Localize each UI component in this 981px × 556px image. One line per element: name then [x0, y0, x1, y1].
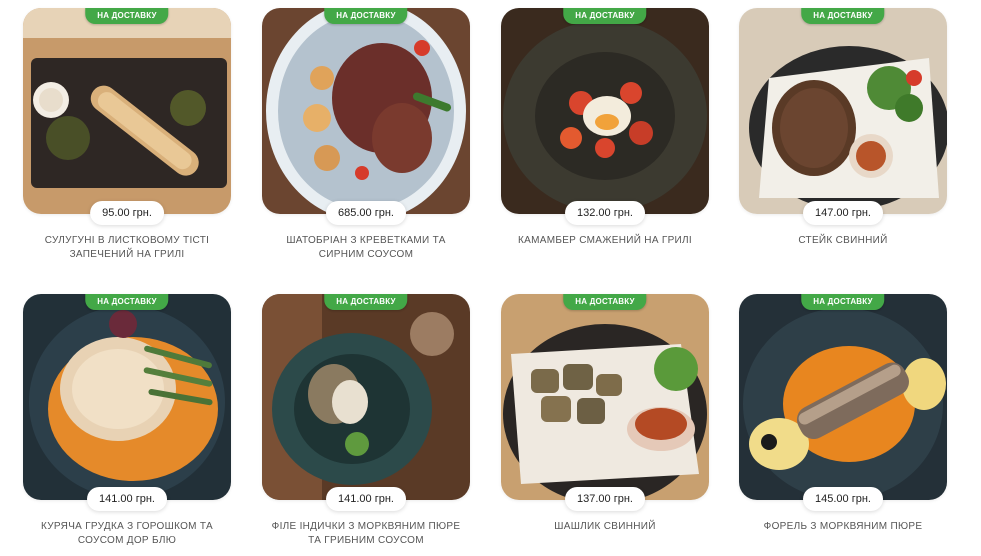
product-card[interactable]: НА ДОСТАВКУ 137.00 грн. ШАШЛИК СВИННИЙ: [501, 294, 709, 534]
delivery-badge: НА ДОСТАВКУ: [85, 294, 169, 310]
delivery-badge: НА ДОСТАВКУ: [324, 8, 408, 24]
suluguni-image: [23, 8, 231, 214]
trout-image: [739, 294, 947, 500]
price-tag: 145.00 грн.: [803, 487, 883, 511]
product-title[interactable]: ШАШЛИК СВИННИЙ: [501, 520, 709, 534]
pork-steak-image: [739, 8, 947, 214]
delivery-badge: НА ДОСТАВКУ: [324, 294, 408, 310]
product-image[interactable]: НА ДОСТАВКУ: [739, 294, 947, 500]
product-card[interactable]: НА ДОСТАВКУ 147.00 грн. СТЕЙК СВИННИЙ: [739, 8, 947, 248]
price-tag: 685.00 грн.: [326, 201, 406, 225]
product-card[interactable]: НА ДОСТАВКУ 141.00 грн. КУРЯЧА ГРУДКА З …: [23, 294, 231, 548]
product-card[interactable]: НА ДОСТАВКУ 95.00 грн. СУЛУГУНІ В ЛИСТКО…: [23, 8, 231, 262]
chicken-breast-image: [23, 294, 231, 500]
delivery-badge: НА ДОСТАВКУ: [563, 8, 647, 24]
price-tag: 141.00 грн.: [87, 487, 167, 511]
product-title[interactable]: СУЛУГУНІ В ЛИСТКОВОМУ ТІСТІ ЗАПЕЧЕНИЙ НА…: [23, 234, 231, 262]
product-image[interactable]: НА ДОСТАВКУ: [23, 8, 231, 214]
product-image[interactable]: НА ДОСТАВКУ: [262, 8, 470, 214]
delivery-badge: НА ДОСТАВКУ: [801, 8, 885, 24]
price-tag: 141.00 грн.: [326, 487, 406, 511]
turkey-fillet-image: [262, 294, 470, 500]
product-image[interactable]: НА ДОСТАВКУ: [23, 294, 231, 500]
product-card[interactable]: НА ДОСТАВКУ 141.00 грн. ФІЛЕ ІНДИЧКИ З М…: [262, 294, 470, 548]
product-title[interactable]: СТЕЙК СВИННИЙ: [739, 234, 947, 248]
price-tag: 147.00 грн.: [803, 201, 883, 225]
chateaubriand-image: [262, 8, 470, 214]
product-image[interactable]: НА ДОСТАВКУ: [501, 8, 709, 214]
product-image[interactable]: НА ДОСТАВКУ: [262, 294, 470, 500]
price-tag: 95.00 грн.: [90, 201, 164, 225]
delivery-badge: НА ДОСТАВКУ: [563, 294, 647, 310]
delivery-badge: НА ДОСТАВКУ: [85, 8, 169, 24]
product-card[interactable]: НА ДОСТАВКУ 132.00 грн. КАМАМБЕР СМАЖЕНИ…: [501, 8, 709, 248]
price-tag: 137.00 грн.: [565, 487, 645, 511]
product-card[interactable]: НА ДОСТАВКУ 685.00 грн. ШАТОБРІАН З КРЕВ…: [262, 8, 470, 262]
product-title[interactable]: КУРЯЧА ГРУДКА З ГОРОШКОМ ТА СОУСОМ ДОР Б…: [23, 520, 231, 548]
product-image[interactable]: НА ДОСТАВКУ: [501, 294, 709, 500]
delivery-badge: НА ДОСТАВКУ: [801, 294, 885, 310]
product-image[interactable]: НА ДОСТАВКУ: [739, 8, 947, 214]
price-tag: 132.00 грн.: [565, 201, 645, 225]
product-grid: НА ДОСТАВКУ 95.00 грн. СУЛУГУНІ В ЛИСТКО…: [0, 0, 981, 556]
product-card[interactable]: НА ДОСТАВКУ 145.00 грн. ФОРЕЛЬ З МОРКВЯН…: [739, 294, 947, 534]
shashlik-image: [501, 294, 709, 500]
camembert-image: [501, 8, 709, 214]
product-title[interactable]: КАМАМБЕР СМАЖЕНИЙ НА ГРИЛІ: [501, 234, 709, 248]
product-title[interactable]: ШАТОБРІАН З КРЕВЕТКАМИ ТА СИРНИМ СОУСОМ: [262, 234, 470, 262]
product-title[interactable]: ФІЛЕ ІНДИЧКИ З МОРКВЯНИМ ПЮРЕ ТА ГРИБНИМ…: [262, 520, 470, 548]
product-title[interactable]: ФОРЕЛЬ З МОРКВЯНИМ ПЮРЕ: [739, 520, 947, 534]
